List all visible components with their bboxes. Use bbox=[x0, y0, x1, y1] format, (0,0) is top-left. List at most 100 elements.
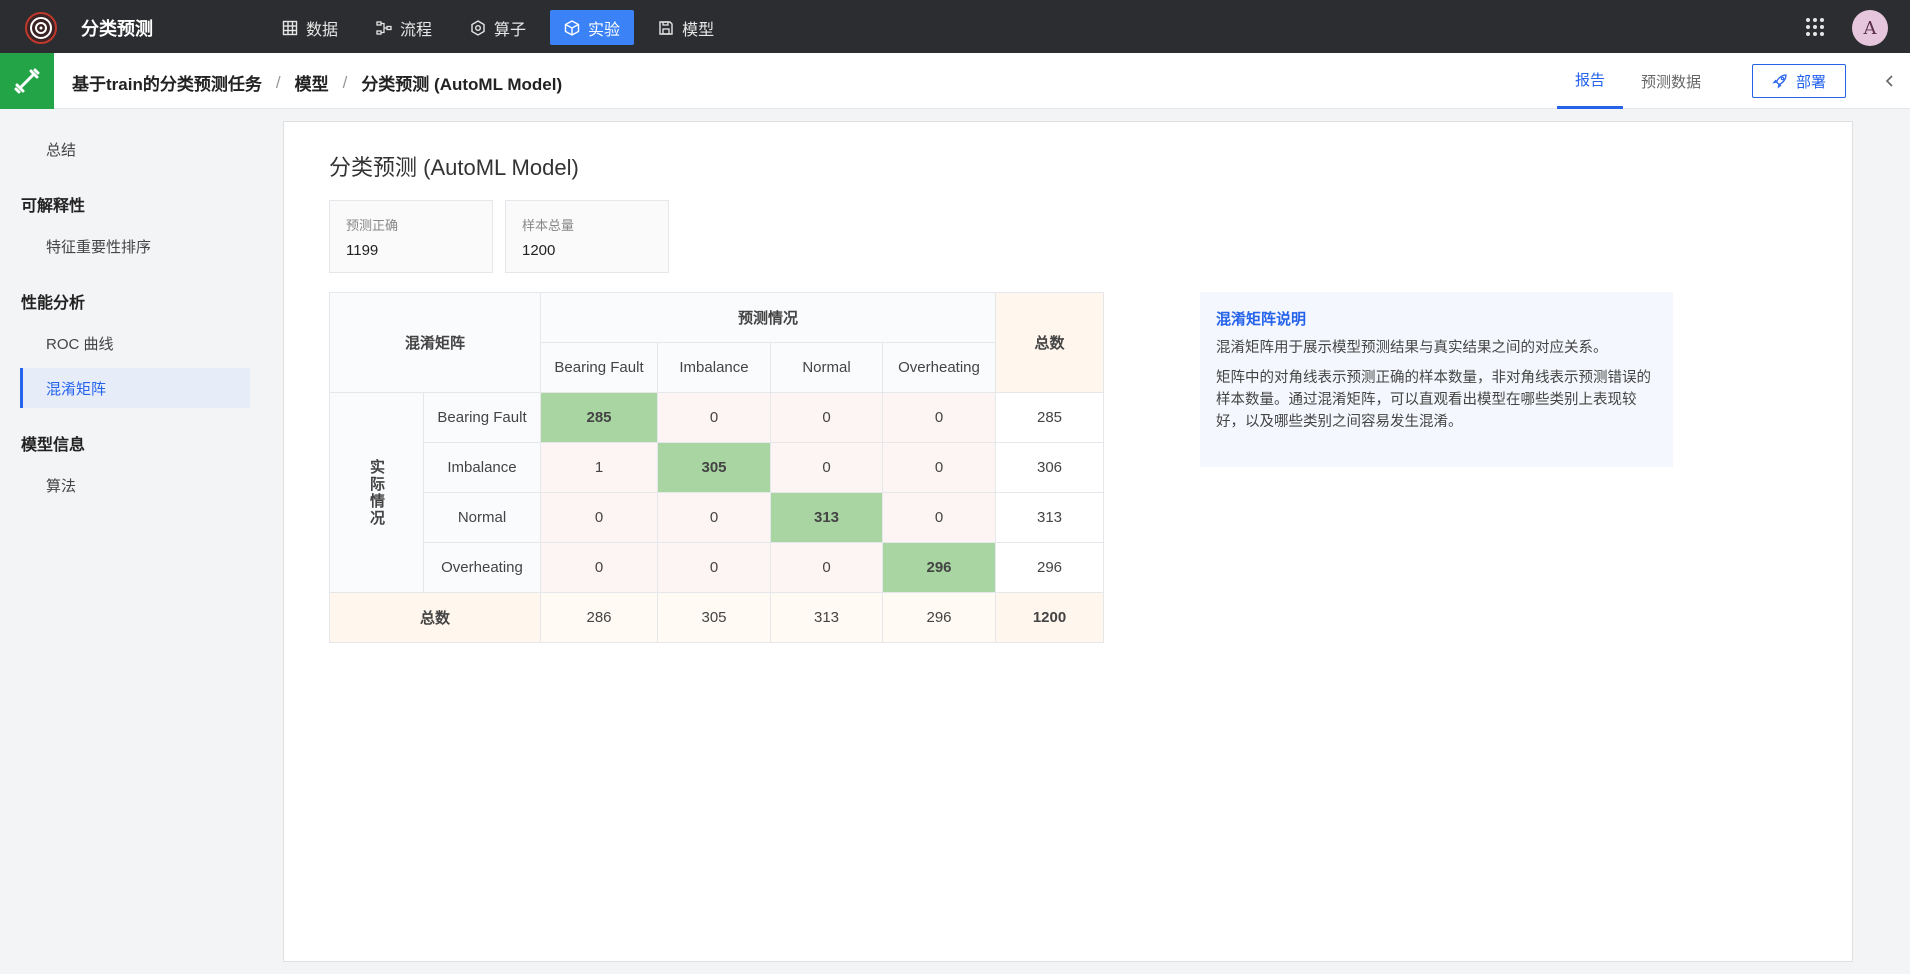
matrix-cell: 0 bbox=[770, 542, 883, 593]
matrix-corner: 混淆矩阵 bbox=[329, 292, 541, 393]
row-total: 313 bbox=[995, 492, 1104, 543]
matrix-cell: 0 bbox=[770, 392, 883, 443]
column-total: 296 bbox=[882, 592, 996, 643]
stat-value: 1200 bbox=[522, 242, 556, 259]
sub-header: 基于train的分类预测任务 / 模型 / 分类预测 (AutoML Model… bbox=[0, 53, 1910, 109]
dumbbell-icon bbox=[14, 68, 40, 94]
rocket-icon bbox=[1772, 74, 1787, 89]
table-icon bbox=[282, 20, 298, 35]
breadcrumb: 基于train的分类预测任务 / 模型 / 分类预测 (AutoML Model… bbox=[72, 70, 562, 95]
collapse-panel-icon[interactable] bbox=[1880, 71, 1900, 91]
nav-experiment[interactable]: 实验 bbox=[550, 10, 635, 45]
matrix-cell: 285 bbox=[540, 392, 658, 443]
app-title: 分类预测 bbox=[81, 19, 153, 39]
sidebar-item-roc-curve[interactable]: ROC 曲线 bbox=[20, 323, 250, 363]
matrix-cell: 0 bbox=[657, 492, 771, 543]
deploy-label: 部署 bbox=[1795, 73, 1826, 91]
column-total: 313 bbox=[770, 592, 883, 643]
nav-operator[interactable]: 算子 bbox=[456, 10, 540, 45]
stat-label: 预测正确 bbox=[346, 218, 399, 233]
stat-value: 1199 bbox=[346, 242, 379, 259]
report-sidebar: 总结 可解释性 特征重要性排序 性能分析 ROC 曲线 混淆矩阵 模型信息 算法 bbox=[0, 110, 270, 974]
matrix-cell: 0 bbox=[657, 392, 771, 443]
sidebar-item-feature-importance[interactable]: 特征重要性排序 bbox=[20, 226, 250, 266]
stat-label: 样本总量 bbox=[522, 218, 575, 233]
column-header: Bearing Fault bbox=[540, 342, 658, 393]
breadcrumb-separator: / bbox=[275, 72, 281, 92]
column-total-header: 总数 bbox=[329, 592, 541, 643]
breadcrumb-current: 分类预测 (AutoML Model) bbox=[361, 75, 563, 94]
column-header: Normal bbox=[770, 342, 883, 393]
sidebar-item-summary[interactable]: 总结 bbox=[20, 129, 250, 169]
sidebar-item-algorithm[interactable]: 算法 bbox=[20, 465, 250, 505]
actual-header: 实际情况 bbox=[329, 392, 424, 593]
nav-label: 数据 bbox=[306, 21, 339, 39]
nav-label: 模型 bbox=[682, 21, 715, 39]
nav-model[interactable]: 模型 bbox=[644, 10, 728, 45]
breadcrumb-model[interactable]: 模型 bbox=[295, 70, 329, 95]
table-row: Imbalance 1 305 0 0 306 bbox=[330, 442, 1104, 493]
nav-flow[interactable]: 流程 bbox=[362, 10, 446, 45]
matrix-cell: 313 bbox=[770, 492, 883, 543]
nav-label: 流程 bbox=[400, 21, 433, 39]
top-bar: 分类预测 数据 流程 算子 实验 模型 A bbox=[0, 0, 1910, 53]
matrix-cell: 1 bbox=[540, 442, 658, 493]
matrix-cell: 305 bbox=[657, 442, 771, 493]
report-tabs: 报告 预测数据 bbox=[1557, 53, 1719, 109]
tab-prediction-data[interactable]: 预测数据 bbox=[1623, 53, 1719, 109]
stat-correct: 预测正确 1199 bbox=[329, 200, 493, 273]
page-title: 分类预测 (AutoML Model) bbox=[329, 155, 579, 180]
matrix-cell: 0 bbox=[657, 542, 771, 593]
user-avatar[interactable]: A bbox=[1852, 10, 1888, 46]
info-title: 混淆矩阵说明 bbox=[1216, 311, 1307, 328]
matrix-cell: 0 bbox=[882, 492, 996, 543]
main-nav: 数据 流程 算子 实验 模型 bbox=[268, 10, 728, 45]
grand-total: 1200 bbox=[995, 592, 1104, 643]
table-row: Overheating 0 0 0 296 296 bbox=[330, 542, 1104, 593]
breadcrumb-task[interactable]: 基于train的分类预测任务 bbox=[72, 70, 262, 95]
matrix-cell: 0 bbox=[540, 542, 658, 593]
column-header: Imbalance bbox=[657, 342, 771, 393]
flow-icon bbox=[376, 20, 392, 35]
confusion-matrix: 混淆矩阵 预测情况 总数 Bearing Fault Imbalance Nor… bbox=[329, 292, 1104, 643]
sidebar-group-title: 性能分析 bbox=[21, 295, 86, 312]
experiment-badge bbox=[0, 53, 54, 109]
stat-total: 样本总量 1200 bbox=[505, 200, 669, 273]
row-total: 296 bbox=[995, 542, 1104, 593]
deploy-button[interactable]: 部署 bbox=[1752, 64, 1846, 98]
matrix-cell: 296 bbox=[882, 542, 996, 593]
apps-grid-icon[interactable] bbox=[1804, 16, 1826, 38]
predicted-header: 预测情况 bbox=[540, 292, 996, 343]
row-total-header: 总数 bbox=[995, 292, 1104, 393]
tab-report[interactable]: 报告 bbox=[1557, 53, 1624, 109]
sidebar-group-title: 可解释性 bbox=[21, 198, 86, 215]
row-header: Imbalance bbox=[423, 442, 541, 493]
sidebar-group-title: 模型信息 bbox=[21, 437, 86, 454]
column-total: 305 bbox=[657, 592, 771, 643]
cube-icon bbox=[564, 19, 580, 36]
table-row: Normal 0 0 313 0 313 bbox=[330, 492, 1104, 543]
column-header: Overheating bbox=[882, 342, 996, 393]
row-header: Overheating bbox=[423, 542, 541, 593]
info-paragraph: 混淆矩阵用于展示模型预测结果与真实结果之间的对应关系。 bbox=[1216, 340, 1608, 356]
table-row: 实际情况 Bearing Fault 285 0 0 0 285 bbox=[329, 392, 1104, 593]
info-paragraph: 矩阵中的对角线表示预测正确的样本数量，非对角线表示预测错误的样本数量。通过混淆矩… bbox=[1216, 370, 1651, 430]
sidebar-item-confusion-matrix[interactable]: 混淆矩阵 bbox=[20, 368, 250, 408]
nav-label: 实验 bbox=[588, 21, 621, 39]
report-panel: 分类预测 (AutoML Model) 预测正确 1199 样本总量 1200 … bbox=[283, 121, 1853, 962]
matrix-cell: 0 bbox=[770, 442, 883, 493]
row-total: 285 bbox=[995, 392, 1104, 443]
matrix-cell: 0 bbox=[882, 392, 996, 443]
column-total: 286 bbox=[540, 592, 658, 643]
row-header: Normal bbox=[423, 492, 541, 543]
breadcrumb-separator: / bbox=[342, 72, 348, 92]
nav-label: 算子 bbox=[494, 21, 527, 39]
nav-data[interactable]: 数据 bbox=[268, 10, 352, 45]
matrix-info-box: 混淆矩阵说明 混淆矩阵用于展示模型预测结果与真实结果之间的对应关系。 矩阵中的对… bbox=[1200, 292, 1673, 467]
matrix-cell: 0 bbox=[882, 442, 996, 493]
app-logo-icon[interactable] bbox=[24, 11, 58, 45]
matrix-cell: 0 bbox=[540, 492, 658, 543]
row-total: 306 bbox=[995, 442, 1104, 493]
table-row: 总数 286 305 313 296 1200 bbox=[329, 592, 1104, 643]
row-header: Bearing Fault bbox=[423, 392, 541, 443]
